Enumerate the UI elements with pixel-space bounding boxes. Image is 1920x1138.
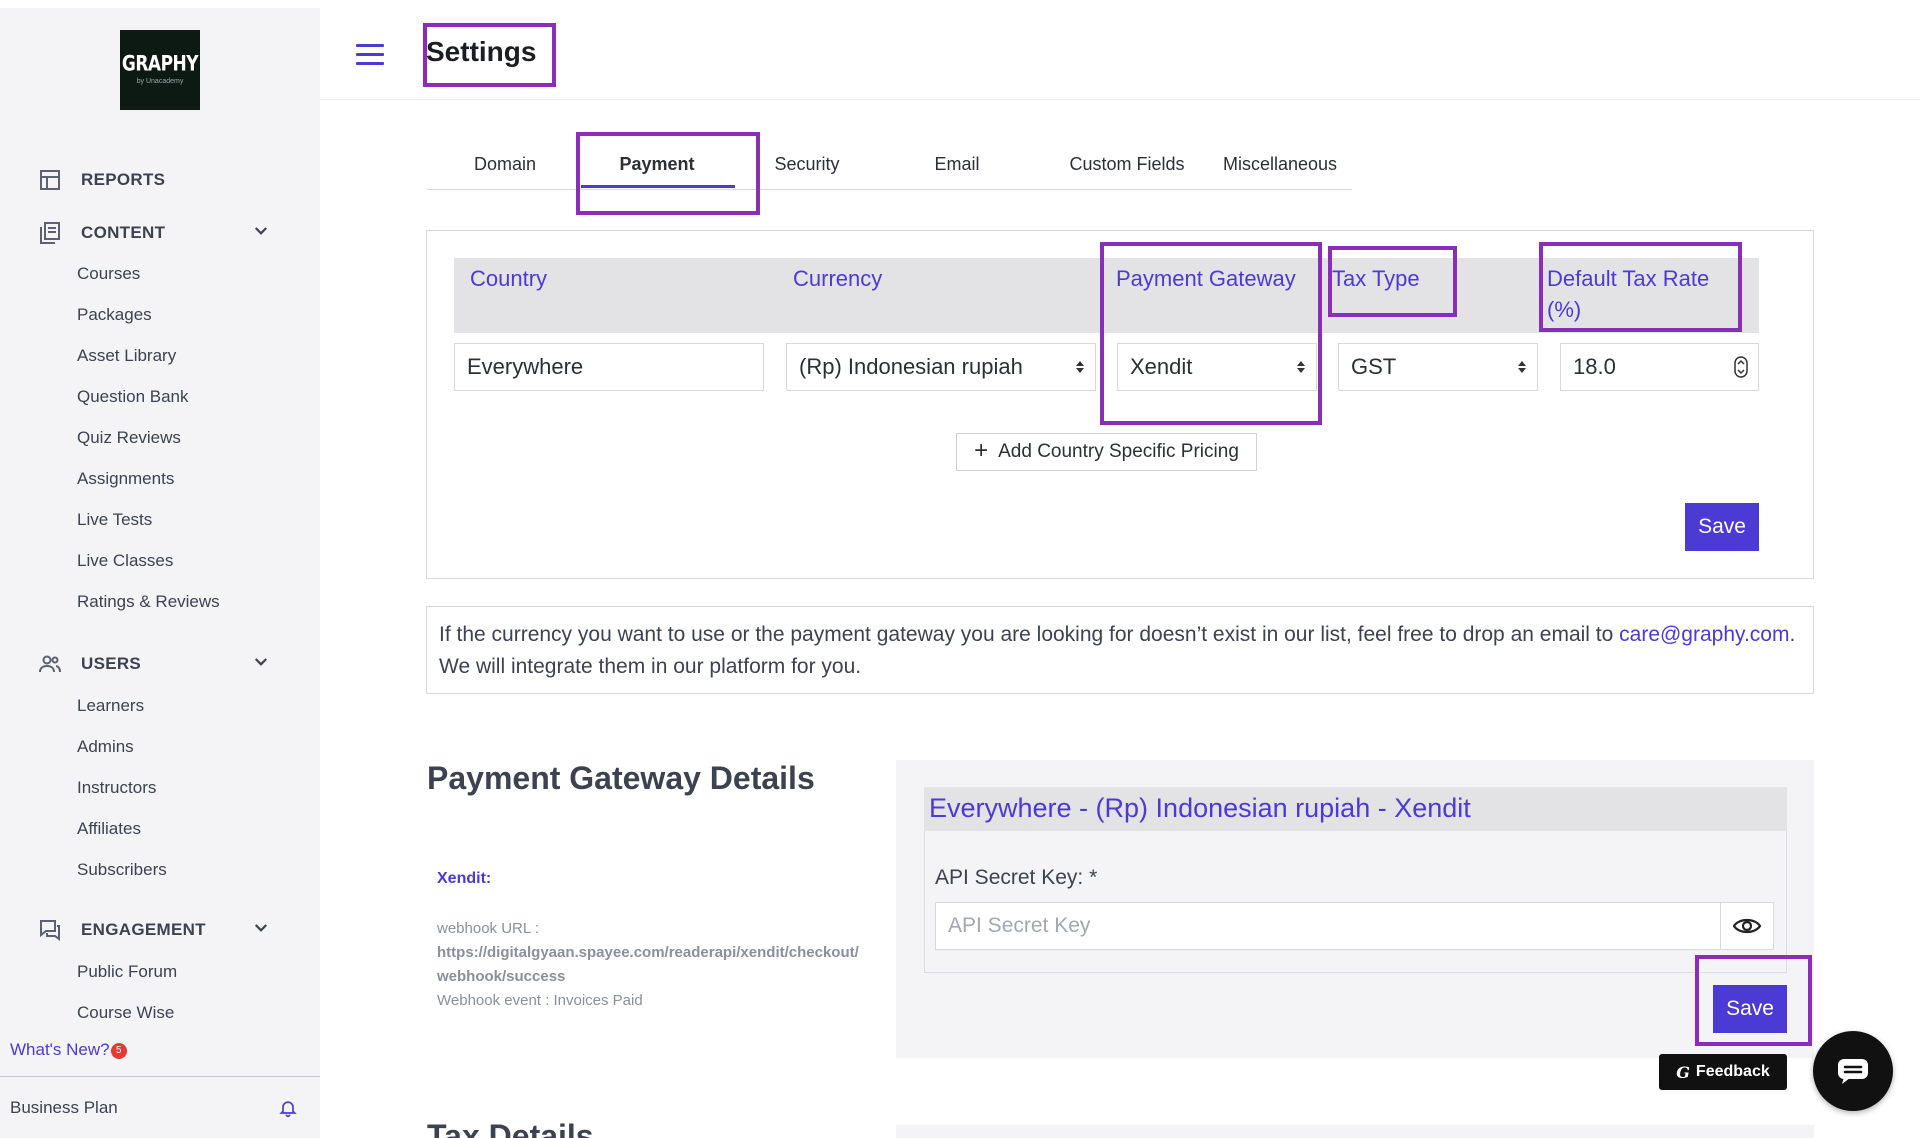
webhook-label: webhook URL : xyxy=(437,920,539,937)
country-input[interactable]: Everywhere xyxy=(454,343,764,391)
sidebar-item-engagement[interactable]: ENGAGEMENT xyxy=(38,915,206,945)
currency-select[interactable]: (Rp) Indonesian rupiah xyxy=(786,343,1096,391)
chat-icon xyxy=(1838,1059,1868,1084)
sidebar-item-label: CONTENT xyxy=(81,223,166,242)
sidebar-item-asset-library[interactable]: Asset Library xyxy=(77,346,176,366)
highlight-box-gateway xyxy=(1100,242,1322,425)
sidebar-item-label: USERS xyxy=(81,654,142,673)
highlight-box-tax-rate xyxy=(1539,242,1742,332)
notification-badge: 5 xyxy=(110,1042,127,1059)
eye-icon xyxy=(1732,918,1762,934)
sidebar-item-users[interactable]: USERS xyxy=(38,649,141,679)
sidebar-item-live-tests[interactable]: Live Tests xyxy=(77,510,152,530)
sidebar-item-label: REPORTS xyxy=(81,170,166,189)
whats-new-label: What's New? xyxy=(10,1040,110,1059)
sidebar-item-instructors[interactable]: Instructors xyxy=(77,778,156,798)
sidebar-item-affiliates[interactable]: Affiliates xyxy=(77,819,141,839)
sidebar-item-learners[interactable]: Learners xyxy=(77,696,144,716)
gateway-name: Xendit: xyxy=(437,870,492,887)
settings-tabs: Domain Payment Security Email Custom Fie… xyxy=(427,140,1352,190)
tax-rate-stepper[interactable]: 18.0 xyxy=(1560,343,1759,391)
support-email-link[interactable]: care@graphy.com xyxy=(1619,623,1789,646)
top-header: Settings xyxy=(320,0,1920,100)
toggle-visibility-button[interactable] xyxy=(1720,902,1774,950)
sidebar-item-assignments[interactable]: Assignments xyxy=(77,469,174,489)
select-arrows-icon xyxy=(1518,361,1526,373)
tax-details-title: Tax Details xyxy=(427,1118,594,1138)
forum-icon xyxy=(40,920,60,941)
tab-domain[interactable]: Domain xyxy=(470,154,540,175)
highlight-box-gateway-save xyxy=(1695,955,1812,1046)
webhook-event: Webhook event : Invoices Paid xyxy=(437,992,643,1009)
users-icon xyxy=(39,655,61,673)
tab-custom-fields[interactable]: Custom Fields xyxy=(1057,154,1197,175)
webhook-info: webhook URL : https://digitalgyaan.spaye… xyxy=(437,917,867,1013)
highlight-box-title xyxy=(423,23,556,87)
header-currency: Currency xyxy=(793,266,883,291)
sidebar-item-subscribers[interactable]: Subscribers xyxy=(77,860,167,880)
tab-email[interactable]: Email xyxy=(927,154,987,175)
chevron-down-icon[interactable] xyxy=(252,653,270,671)
sidebar-item-courses[interactable]: Courses xyxy=(77,264,140,284)
api-secret-key-label: API Secret Key: * xyxy=(935,866,1098,889)
stepper-arrows-icon[interactable] xyxy=(1734,356,1748,378)
pricing-save-button[interactable]: Save xyxy=(1685,503,1759,551)
country-value: Everywhere xyxy=(467,354,584,379)
gateway-card-title: Everywhere - (Rp) Indonesian rupiah - Xe… xyxy=(929,793,1471,823)
whats-new-link[interactable]: What's New? 5 xyxy=(10,1040,127,1060)
table-icon xyxy=(40,170,60,190)
feedback-button[interactable]: G Feedback xyxy=(1659,1054,1787,1090)
sidebar-divider xyxy=(0,1076,320,1077)
sidebar-item-reports[interactable]: REPORTS xyxy=(38,165,165,195)
tax-details-box xyxy=(896,1125,1814,1138)
webhook-url: https://digitalgyaan.spayee.com/readerap… xyxy=(437,944,859,985)
currency-value: (Rp) Indonesian rupiah xyxy=(799,354,1023,379)
bell-icon[interactable] xyxy=(278,1098,298,1118)
hamburger-menu-icon[interactable] xyxy=(356,44,384,66)
graphy-logo[interactable]: GRAPHY by Unacademy xyxy=(120,30,200,110)
highlight-box-tax-type xyxy=(1328,246,1457,317)
tax-type-select[interactable]: GST xyxy=(1338,343,1538,391)
logo-subtext: by Unacademy xyxy=(136,78,184,85)
logo-text: GRAPHY xyxy=(121,51,199,77)
sidebar-item-label: ENGAGEMENT xyxy=(81,920,206,939)
add-country-pricing-button[interactable]: + Add Country Specific Pricing xyxy=(956,433,1257,471)
currency-notice: If the currency you want to use or the p… xyxy=(426,606,1814,694)
tax-type-value: GST xyxy=(1351,354,1397,379)
gateway-details-title: Payment Gateway Details xyxy=(427,760,815,796)
sidebar-item-live-classes[interactable]: Live Classes xyxy=(77,551,173,571)
highlight-box-payment-tab xyxy=(576,132,760,215)
notice-text-start: If the currency you want to use or the p… xyxy=(439,623,1620,646)
sidebar-item-quiz-reviews[interactable]: Quiz Reviews xyxy=(77,428,181,448)
library-icon xyxy=(40,222,60,244)
sidebar: GRAPHY by Unacademy REPORTS CONTENT Cour… xyxy=(0,8,320,1138)
sidebar-item-public-forum[interactable]: Public Forum xyxy=(77,962,177,982)
chat-button[interactable] xyxy=(1813,1031,1893,1111)
tab-security[interactable]: Security xyxy=(767,154,847,175)
sidebar-item-course-wise[interactable]: Course Wise xyxy=(77,1003,174,1023)
chevron-down-icon[interactable] xyxy=(252,919,270,937)
graphy-g-icon: G xyxy=(1676,1062,1690,1082)
sidebar-item-admins[interactable]: Admins xyxy=(77,737,134,757)
select-arrows-icon xyxy=(1076,361,1084,373)
plus-icon: + xyxy=(974,436,989,464)
header-country: Country xyxy=(470,266,548,291)
sidebar-item-ratings-reviews[interactable]: Ratings & Reviews xyxy=(77,592,220,612)
tax-rate-value: 18.0 xyxy=(1573,354,1616,379)
plan-label: Business Plan xyxy=(10,1098,118,1117)
sidebar-item-packages[interactable]: Packages xyxy=(77,305,152,325)
chevron-down-icon[interactable] xyxy=(252,222,270,240)
add-country-pricing-label: Add Country Specific Pricing xyxy=(998,441,1239,462)
feedback-label: Feedback xyxy=(1695,1063,1770,1080)
api-secret-key-input[interactable] xyxy=(935,902,1721,950)
tab-miscellaneous[interactable]: Miscellaneous xyxy=(1210,154,1350,175)
sidebar-item-question-bank[interactable]: Question Bank xyxy=(77,387,189,407)
sidebar-item-content[interactable]: CONTENT xyxy=(38,218,165,248)
